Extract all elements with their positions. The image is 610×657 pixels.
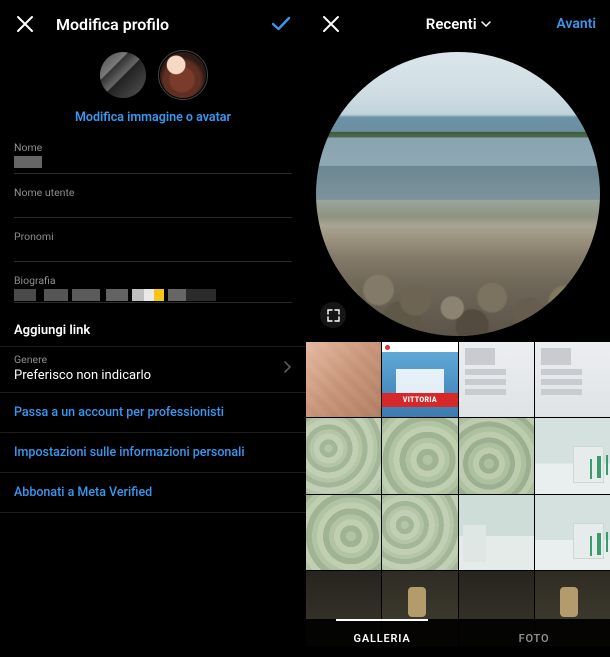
bio-label: Biografia — [14, 274, 292, 287]
confirm-check-icon[interactable] — [270, 13, 292, 35]
gallery-thumb[interactable] — [459, 495, 534, 570]
pronouns-field[interactable]: Pronomi — [0, 230, 306, 262]
name-field[interactable]: Nome — [0, 141, 306, 174]
gallery-thumb[interactable] — [382, 495, 457, 570]
gallery-thumb[interactable] — [382, 418, 457, 493]
gallery-grid: VITTORIA — [306, 342, 610, 646]
gender-value: Preferisco non indicarlo — [14, 368, 151, 383]
post-banner-text: VITTORIA — [403, 396, 437, 404]
picker-header: Recenti Avanti — [306, 0, 610, 46]
next-button[interactable]: Avanti — [556, 16, 596, 32]
username-label: Nome utente — [14, 186, 292, 199]
gallery-thumb[interactable] — [535, 342, 610, 417]
gender-row[interactable]: Genere Preferisco non indicarlo — [0, 347, 306, 393]
bio-value — [14, 289, 292, 303]
tab-gallery[interactable]: GALLERIA — [306, 619, 458, 657]
source-dropdown[interactable]: Recenti — [408, 15, 491, 33]
chevron-down-icon — [481, 21, 491, 27]
gallery-thumb[interactable]: VITTORIA — [382, 342, 457, 417]
bottom-tabs: GALLERIA FOTO — [306, 619, 610, 657]
pronouns-value — [14, 245, 292, 262]
edit-profile-header: Modifica profilo — [0, 0, 306, 46]
gallery-thumb[interactable] — [459, 418, 534, 493]
personal-info-settings-link[interactable]: Impostazioni sulle informazioni personal… — [0, 433, 306, 473]
illustrated-avatar[interactable] — [160, 52, 206, 98]
pronouns-label: Pronomi — [14, 230, 292, 243]
avatar-row — [0, 52, 306, 98]
chevron-right-icon — [283, 359, 292, 378]
gallery-thumb[interactable] — [535, 418, 610, 493]
gallery-thumb[interactable] — [459, 342, 534, 417]
username-field[interactable]: Nome utente — [0, 186, 306, 218]
switch-pro-account-link[interactable]: Passa a un account per professionisti — [0, 393, 306, 433]
bio-field[interactable]: Biografia — [0, 274, 306, 303]
profile-photo-avatar[interactable] — [100, 52, 146, 98]
username-value — [14, 201, 292, 218]
gender-label: Genere — [14, 353, 151, 366]
name-label: Nome — [14, 141, 292, 154]
preview-image[interactable] — [316, 52, 600, 336]
gallery-thumb[interactable] — [306, 418, 381, 493]
edit-avatar-link[interactable]: Modifica immagine o avatar — [0, 110, 306, 125]
name-value — [14, 156, 42, 168]
expand-icon[interactable] — [320, 302, 346, 328]
tab-photo[interactable]: FOTO — [458, 619, 610, 657]
close-icon[interactable] — [14, 13, 36, 35]
gallery-thumb[interactable] — [306, 342, 381, 417]
preview-area — [306, 46, 610, 342]
page-title: Modifica profilo — [36, 15, 270, 34]
source-label: Recenti — [426, 15, 477, 33]
gallery-thumb[interactable] — [535, 495, 610, 570]
close-icon[interactable] — [320, 13, 342, 35]
meta-verified-link[interactable]: Abbonati a Meta Verified — [0, 473, 306, 513]
gallery-thumb[interactable] — [306, 495, 381, 570]
add-link-row[interactable]: Aggiungi link — [0, 315, 306, 347]
